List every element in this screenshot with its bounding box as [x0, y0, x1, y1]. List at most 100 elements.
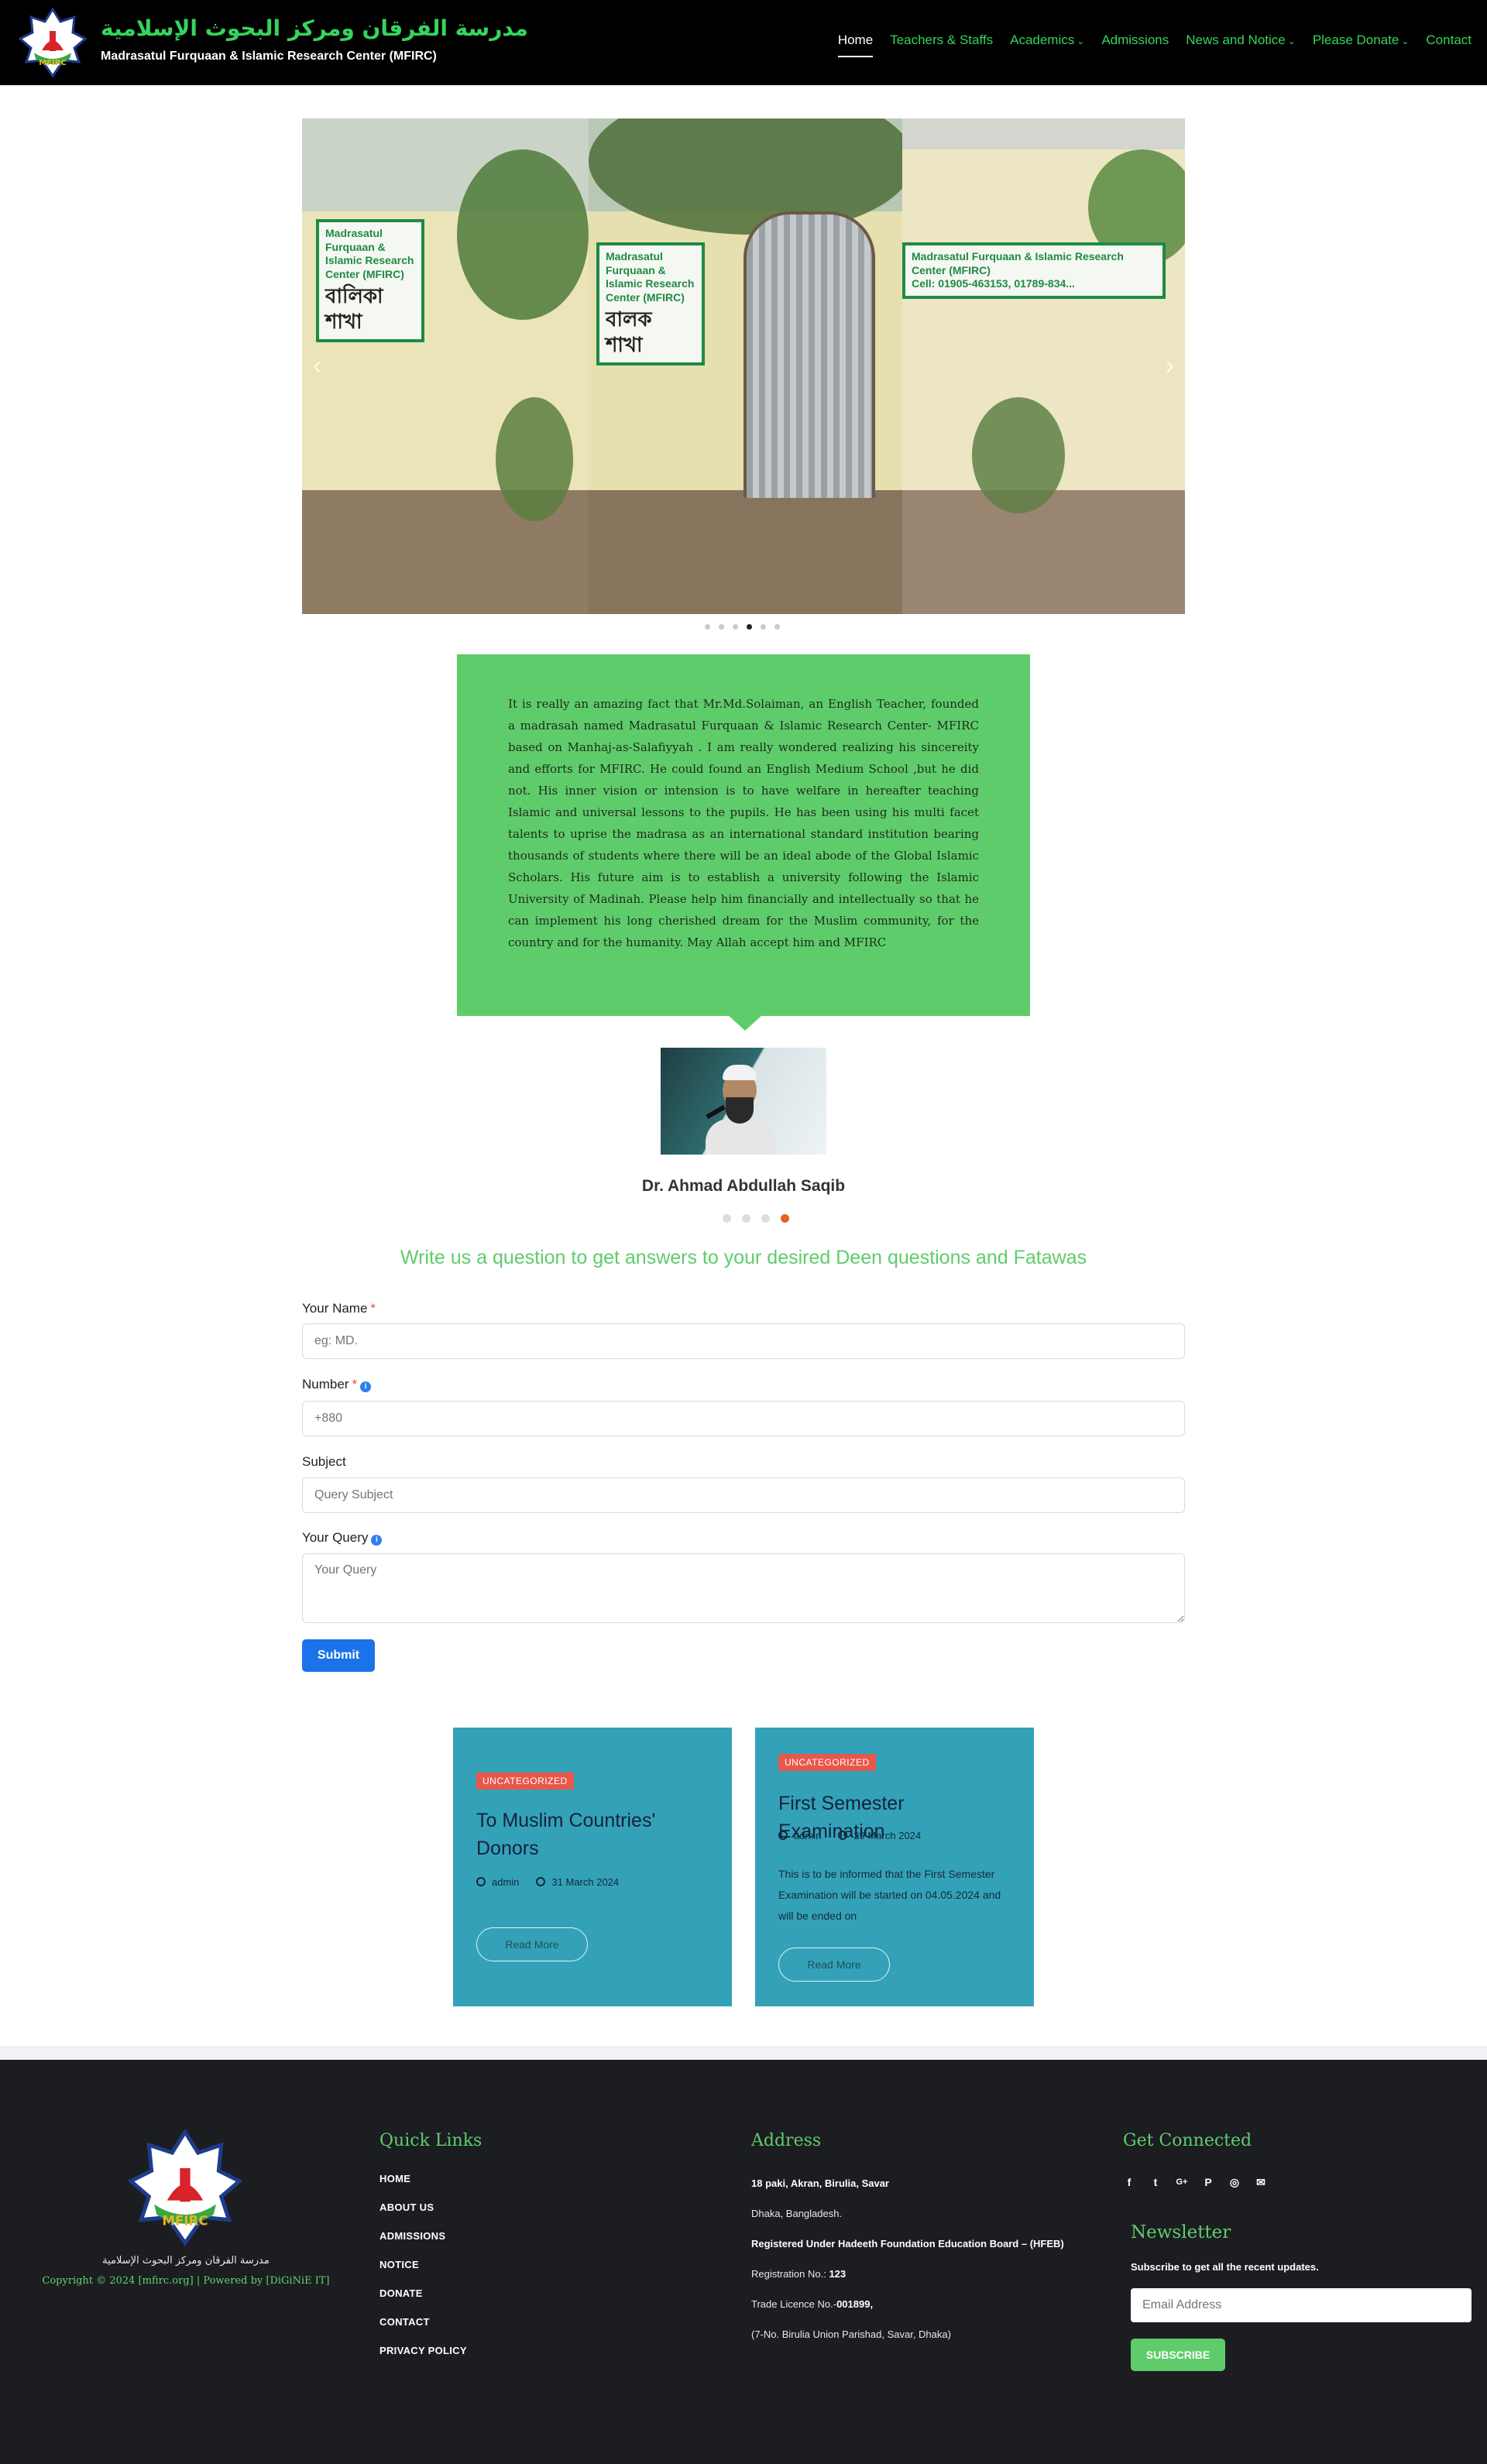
number-input[interactable] — [302, 1401, 1185, 1436]
footer-link-about-us[interactable]: ABOUT US — [379, 2201, 467, 2213]
facebook-icon[interactable]: f — [1123, 2176, 1135, 2188]
read-more-button[interactable]: Read More — [476, 1927, 588, 1961]
sign-text: Madrasatul Furquaan & Islamic Research C… — [325, 227, 414, 280]
google-plus-icon[interactable]: G+ — [1176, 2176, 1188, 2188]
post-author[interactable]: admin — [476, 1876, 519, 1888]
post-title[interactable]: To Muslim Countries' Donors — [476, 1807, 709, 1862]
brand-english-name[interactable]: Madrasatul Furquaan & Islamic Research C… — [101, 50, 437, 63]
testimonial-photo — [661, 1048, 826, 1155]
newsletter-subtitle: Subscribe to get all the recent updates. — [1131, 2261, 1319, 2273]
hero-slider[interactable]: Madrasatul Furquaan & Islamic Research C… — [302, 118, 1185, 614]
testimonial-dot-active[interactable] — [781, 1214, 789, 1223]
name-input[interactable] — [302, 1323, 1185, 1359]
post-card[interactable]: UNCATEGORIZED First Semester Examination… — [755, 1728, 1034, 2006]
nav-home[interactable]: Home — [837, 33, 874, 57]
nav-academics-label: Academics — [1010, 33, 1075, 47]
registration-label: Registration No.: — [751, 2268, 826, 2280]
author-name: admin — [794, 1830, 822, 1841]
footer-arabic-name: مدرسة الفرقان ومركز البحوث الإسلامية — [102, 2255, 270, 2267]
number-label: Number * i — [302, 1377, 372, 1392]
slide-photo-boys-branch: Madrasatul Furquaan & Islamic Research C… — [589, 118, 914, 614]
testimonial-dot[interactable] — [742, 1214, 750, 1223]
slider-dot-active[interactable] — [747, 624, 752, 630]
category-badge[interactable]: UNCATEGORIZED — [778, 1754, 876, 1771]
nav-teachers-label: Teachers & Staffs — [890, 33, 994, 47]
slider-dot[interactable] — [761, 624, 766, 630]
subscribe-button[interactable]: SUBSCRIBE — [1131, 2339, 1225, 2371]
slider-dots — [705, 624, 780, 630]
footer-link-privacy-policy[interactable]: PRIVACY POLICY — [379, 2345, 467, 2356]
photo-body — [706, 1119, 775, 1155]
query-textarea[interactable] — [302, 1553, 1185, 1623]
sign-phone: Cell: 01905-463153, 01789-834... — [912, 277, 1075, 290]
slider-dot[interactable] — [774, 624, 780, 630]
slider-next-arrow[interactable]: › — [1166, 351, 1174, 381]
footer-spacer — [0, 2046, 1487, 2060]
post-author[interactable]: admin — [778, 1830, 821, 1841]
nav-home-label: Home — [837, 33, 874, 47]
shrub — [972, 397, 1065, 513]
submit-button[interactable]: Submit — [302, 1639, 375, 1672]
sign-text: Madrasatul Furquaan & Islamic Research C… — [606, 250, 695, 304]
nav-news-notice[interactable]: News and Notice ⌄ — [1186, 33, 1296, 57]
info-icon[interactable]: i — [360, 1381, 372, 1392]
photo-cap — [723, 1065, 757, 1080]
address-block: 18 paki, Akran, Birulia, Savar Dhaka, Ba… — [751, 2177, 1092, 2359]
footer-link-contact[interactable]: CONTACT — [379, 2316, 467, 2328]
footer-link-home[interactable]: HOME — [379, 2173, 467, 2184]
nav-donate-label: Please Donate — [1312, 33, 1399, 47]
date-text: 31 March 2024 — [551, 1876, 620, 1888]
subject-input[interactable] — [302, 1477, 1185, 1513]
footer-link-donate[interactable]: DONATE — [379, 2287, 467, 2299]
nav-teachers-staffs[interactable]: Teachers & Staffs — [890, 33, 993, 57]
slider-dot[interactable] — [705, 624, 710, 630]
email-icon[interactable]: ✉ — [1255, 2176, 1267, 2188]
nav-admissions-label: Admissions — [1101, 33, 1169, 47]
footer-link-admissions[interactable]: ADMISSIONS — [379, 2230, 467, 2242]
registration-value: 123 — [829, 2268, 847, 2280]
social-links: f t G+ P ◎ ✉ — [1123, 2176, 1267, 2188]
footer-link-notice[interactable]: NOTICE — [379, 2259, 467, 2270]
nav-academics[interactable]: Academics ⌄ — [1010, 33, 1084, 57]
registration-board: Registered Under Hadeeth Foundation Educ… — [751, 2238, 1064, 2250]
testimonial-dots — [723, 1214, 789, 1223]
testimonial-pointer — [728, 1015, 762, 1031]
nav-contact[interactable]: Contact — [1426, 33, 1472, 57]
copyright-text[interactable]: Copyright © 2024 [mfirc.org] | Powered b… — [0, 2275, 372, 2287]
chevron-down-icon: ⌄ — [1077, 36, 1085, 46]
quick-links-list: HOME ABOUT US ADMISSIONS NOTICE DONATE C… — [379, 2173, 467, 2373]
sign-text: Madrasatul Furquaan & Islamic Research C… — [912, 250, 1124, 276]
testimonial-dot[interactable] — [723, 1214, 731, 1223]
post-card[interactable]: UNCATEGORIZED To Muslim Countries' Donor… — [453, 1728, 732, 2006]
required-mark: * — [370, 1301, 376, 1316]
nav-please-donate[interactable]: Please Donate ⌄ — [1313, 33, 1410, 57]
trade-value: 001899, — [836, 2298, 874, 2310]
read-more-button[interactable]: Read More — [778, 1948, 890, 1982]
site-header: MFIRC مدرسة الفرقان ومركز البحوث الإسلام… — [0, 0, 1487, 85]
info-icon[interactable]: i — [371, 1535, 383, 1546]
instagram-icon[interactable]: ◎ — [1228, 2176, 1241, 2188]
slide-photo-girls-branch: Madrasatul Furquaan & Islamic Research C… — [302, 118, 589, 614]
slider-dot[interactable] — [719, 624, 724, 630]
brand-arabic-name[interactable]: مدرسة الفرقان ومركز البحوث الإسلامية — [101, 15, 528, 41]
pinterest-icon[interactable]: P — [1202, 2176, 1214, 2188]
chevron-down-icon: ⌄ — [1287, 36, 1296, 46]
site-footer: MFIRC مدرسة الفرقان ومركز البحوث الإسلام… — [0, 2060, 1487, 2464]
form-title: Write us a question to get answers to yo… — [400, 1247, 1087, 1268]
nav-contact-label: Contact — [1426, 33, 1472, 47]
number-label-text: Number — [302, 1377, 349, 1392]
author-name: admin — [492, 1876, 520, 1888]
newsletter-email-input[interactable] — [1131, 2288, 1472, 2322]
slider-prev-arrow[interactable]: ‹ — [313, 351, 321, 381]
subject-label: Subject — [302, 1454, 346, 1469]
query-label: Your Query i — [302, 1530, 383, 1546]
slider-dot[interactable] — [733, 624, 738, 630]
category-badge[interactable]: UNCATEGORIZED — [476, 1773, 574, 1790]
testimonial-dot[interactable] — [761, 1214, 770, 1223]
testimonial-card: It is really an amazing fact that Mr.Md.… — [457, 654, 1030, 1016]
iron-gate — [744, 211, 875, 498]
twitter-icon[interactable]: t — [1149, 2176, 1162, 2188]
nav-admissions[interactable]: Admissions — [1101, 33, 1169, 57]
mfirc-logo[interactable]: MFIRC — [19, 8, 87, 77]
footer-logo[interactable]: MFIRC — [127, 2129, 243, 2246]
